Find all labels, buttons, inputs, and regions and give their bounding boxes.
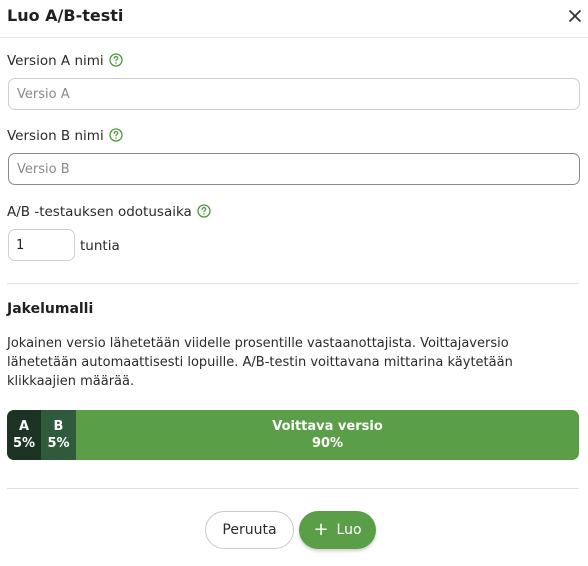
cancel-button[interactable]: Peruuta [205,511,294,549]
close-icon[interactable] [567,8,583,24]
version-a-label: Version A nimi [7,53,123,69]
segment-winner-percent: 90% [311,436,344,451]
segment-a-label: A [18,419,30,434]
wait-time-label: A/B -testauksen odotusaika [7,204,211,220]
dialog-title: Luo A/B-testi [7,6,124,25]
segment-winner: Voittava versio 90% [76,410,579,460]
wait-time-input[interactable] [8,229,75,261]
wait-time-label-text: A/B -testauksen odotusaika [7,204,192,220]
segment-b: B 5% [41,410,76,460]
version-a-input[interactable] [8,78,580,110]
plus-icon: + [313,519,329,540]
distribution-bar: A 5% B 5% Voittava versio 90% [7,410,579,460]
distribution-description: Jokainen versio lähetetään viidelle pros… [7,336,513,389]
create-button[interactable]: + Luo [299,511,376,549]
segment-b-label: B [53,419,64,434]
help-icon[interactable] [109,53,123,67]
help-icon[interactable] [197,204,211,218]
distribution-title: Jakelumalli [7,301,94,317]
create-button-label: Luo [336,522,362,538]
help-icon[interactable] [109,128,123,142]
version-b-label-text: Version B nimi [7,128,104,144]
version-b-label: Version B nimi [7,128,123,144]
version-a-label-text: Version A nimi [7,53,104,69]
segment-a-percent: 5% [12,436,36,451]
wait-time-unit: tuntia [80,238,120,254]
version-b-input[interactable] [8,153,580,185]
footer-divider [7,488,579,489]
section-divider [7,283,579,284]
segment-b-percent: 5% [47,436,70,451]
segment-a: A 5% [7,410,41,460]
segment-winner-label: Voittava versio [272,419,383,434]
dialog-header: Luo A/B-testi [0,0,588,38]
